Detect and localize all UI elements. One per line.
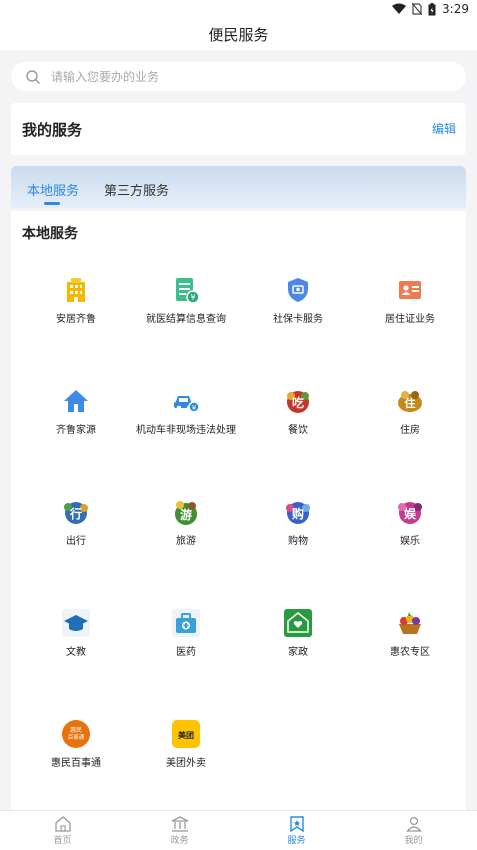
local-services-panel: 本地服务 安居齐鲁 ¥ 就医结算信息查询 社保卡服务 居住证业务 齐鲁家源 ¥ … <box>11 211 466 811</box>
status-icons: 3:29 <box>392 2 469 16</box>
service-bookmark-icon <box>289 816 304 832</box>
service-entertainment[interactable]: 娱 娱乐 <box>355 498 465 547</box>
service-huimin-baishitong[interactable]: 惠民 百事通 惠民百事通 <box>21 720 131 769</box>
svg-text:¥: ¥ <box>190 293 195 302</box>
svg-text:娱: 娱 <box>404 507 417 521</box>
service-anju-qilu[interactable]: 安居齐鲁 <box>21 276 131 325</box>
food-icon: 吃 <box>287 391 309 413</box>
service-label: 惠民百事通 <box>51 758 101 769</box>
nav-government[interactable]: 政务 <box>120 811 239 850</box>
nav-services-label: 服务 <box>287 836 306 846</box>
service-shopping[interactable]: 购 购物 <box>243 498 353 547</box>
service-label: 美团外卖 <box>166 758 206 769</box>
title-bar: 便民服务 <box>0 20 477 50</box>
my-services-title: 我的服务 <box>22 121 83 139</box>
svg-text:购: 购 <box>292 506 304 521</box>
svg-text:行: 行 <box>69 506 82 521</box>
service-label: 医药 <box>176 647 196 658</box>
svg-text:¥: ¥ <box>192 404 197 412</box>
tab-third-party-services[interactable]: 第三方服务 <box>104 180 169 199</box>
service-social-security-card[interactable]: 社保卡服务 <box>243 276 353 325</box>
nav-profile-label: 我的 <box>404 836 423 846</box>
service-label: 就医结算信息查询 <box>146 314 226 325</box>
nav-home[interactable]: 首页 <box>3 811 122 850</box>
svg-text:游: 游 <box>180 507 192 522</box>
tab-local-services[interactable]: 本地服务 <box>27 180 79 199</box>
medicine-kit-icon <box>172 609 200 637</box>
service-label: 安居齐鲁 <box>56 314 96 325</box>
nav-government-label: 政务 <box>170 836 189 846</box>
svg-text:美团: 美团 <box>178 730 194 740</box>
service-housing[interactable]: 住 住房 <box>355 387 465 436</box>
entertainment-icon: 娱 <box>398 502 422 524</box>
service-vehicle-violation[interactable]: ¥ 机动车非现场违法处理 <box>131 387 241 436</box>
tourism-icon: 游 <box>175 501 197 525</box>
service-culture-education[interactable]: 文教 <box>21 609 131 658</box>
no-sim-icon <box>412 3 423 15</box>
travel-icon: 行 <box>64 502 88 524</box>
wifi-icon <box>392 3 407 14</box>
edit-button[interactable]: 编辑 <box>432 120 456 137</box>
medical-bill-icon: ¥ <box>176 278 200 304</box>
local-services-title: 本地服务 <box>22 226 78 242</box>
service-label: 社保卡服务 <box>273 314 323 325</box>
shield-card-icon <box>288 278 308 302</box>
housekeeping-icon <box>284 609 312 637</box>
nav-home-label: 首页 <box>53 836 72 846</box>
meituan-icon: 美团 <box>172 720 200 748</box>
svg-text:百事通: 百事通 <box>68 733 85 741</box>
service-qilu-jiayuan[interactable]: 齐鲁家源 <box>21 387 131 436</box>
service-label: 惠农专区 <box>390 647 430 658</box>
svg-text:吃: 吃 <box>292 395 304 410</box>
nav-profile[interactable]: 我的 <box>354 811 473 850</box>
search-bar[interactable] <box>11 62 466 91</box>
service-label: 出行 <box>66 536 86 547</box>
search-icon <box>26 69 40 84</box>
huimin-icon: 惠民 百事通 <box>62 720 90 748</box>
active-tab-indicator <box>44 202 60 205</box>
government-icon <box>171 816 188 832</box>
service-housekeeping[interactable]: 家政 <box>243 609 353 658</box>
service-label: 机动车非现场违法处理 <box>136 425 236 436</box>
housing-icon: 住 <box>398 391 422 412</box>
service-food[interactable]: 吃 餐饮 <box>243 387 353 436</box>
shopping-icon: 购 <box>286 502 310 524</box>
service-label: 齐鲁家源 <box>56 425 96 436</box>
service-travel[interactable]: 行 出行 <box>21 498 131 547</box>
service-residence-permit[interactable]: 居住证业务 <box>355 276 465 325</box>
car-icon: ¥ <box>174 396 200 413</box>
battery-icon <box>428 2 436 15</box>
profile-icon <box>405 816 422 832</box>
service-medicine[interactable]: 医药 <box>131 609 241 658</box>
service-label: 餐饮 <box>288 425 308 436</box>
home-icon <box>54 816 71 832</box>
service-label: 居住证业务 <box>385 314 435 325</box>
house-icon <box>64 390 88 412</box>
service-label: 家政 <box>288 647 308 658</box>
service-meituan-delivery[interactable]: 美团 美团外卖 <box>131 720 241 769</box>
svg-text:惠民: 惠民 <box>70 726 82 734</box>
svg-text:住: 住 <box>405 396 416 410</box>
service-label: 文教 <box>66 647 86 658</box>
my-services-card: 我的服务 编辑 <box>11 103 466 155</box>
fruit-basket-icon <box>399 612 421 634</box>
service-medical-settlement[interactable]: ¥ 就医结算信息查询 <box>131 276 241 325</box>
bottom-nav: 首页 政务 服务 我的 <box>0 810 477 850</box>
status-bar: 3:29 <box>0 0 477 20</box>
service-label: 娱乐 <box>400 536 420 547</box>
page-title: 便民服务 <box>208 26 269 44</box>
id-card-icon <box>399 281 421 299</box>
service-tabs: 本地服务 第三方服务 <box>11 166 466 208</box>
service-label: 住房 <box>400 425 420 436</box>
building-icon <box>67 278 85 302</box>
service-tourism[interactable]: 游 旅游 <box>131 498 241 547</box>
service-label: 购物 <box>288 536 308 547</box>
status-time: 3:29 <box>442 2 469 16</box>
service-label: 旅游 <box>176 536 196 547</box>
search-input[interactable] <box>49 68 433 85</box>
service-agriculture[interactable]: 惠农专区 <box>355 609 465 658</box>
nav-services[interactable]: 服务 <box>237 811 356 850</box>
graduation-cap-icon <box>62 609 90 637</box>
